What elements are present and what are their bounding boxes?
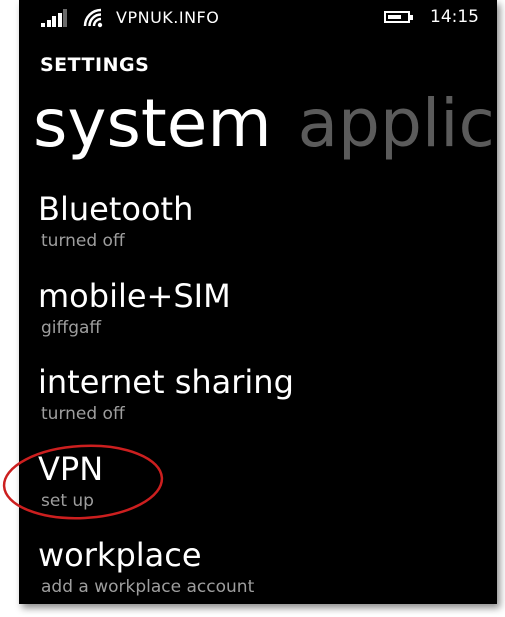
signal-bar [41, 23, 45, 27]
setting-subtitle: turned off [41, 404, 125, 424]
setting-subtitle: giffgaff [41, 317, 102, 338]
app-title: SETTINGS [40, 54, 150, 76]
setting-mobile-sim[interactable]: mobile+SIM giffgaff [38, 275, 497, 362]
pivot-item-system[interactable]: system [33, 85, 272, 162]
settings-list: Bluetooth turned off mobile+SIM giffgaff… [38, 188, 497, 604]
setting-subtitle: turned off [41, 231, 125, 251]
pivot-header: system applicat [33, 83, 497, 165]
setting-title: internet sharing [38, 363, 294, 401]
status-label: VPNUK.INFO [116, 8, 220, 27]
setting-bluetooth[interactable]: Bluetooth turned off [38, 188, 497, 275]
setting-title: workplace [38, 536, 202, 574]
status-bar: VPNUK.INFO 14:15 [19, 0, 497, 36]
setting-internet-sharing[interactable]: internet sharing turned off [38, 361, 497, 448]
setting-workplace[interactable]: workplace add a workplace account [38, 534, 497, 604]
wifi-icon [83, 8, 103, 28]
signal-bar [52, 16, 56, 27]
phone-screen: VPNUK.INFO 14:15 SETTINGS system applicat… [19, 0, 497, 604]
signal-bar [57, 12, 62, 27]
clock: 14:15 [430, 7, 479, 27]
setting-subtitle: add a workplace account [41, 577, 255, 597]
signal-strength-icon [41, 9, 71, 27]
setting-title: VPN [38, 449, 104, 488]
battery-tip [410, 15, 413, 20]
signal-bar [46, 19, 51, 27]
battery-level [388, 15, 401, 19]
setting-title: mobile+SIM [38, 276, 231, 315]
setting-subtitle: set up [41, 490, 94, 511]
pivot-item-applications[interactable]: applicat [298, 85, 497, 162]
setting-title: Bluetooth [38, 190, 194, 228]
setting-vpn[interactable]: VPN set up [38, 448, 497, 535]
battery-icon [384, 11, 410, 23]
signal-bar [63, 9, 67, 27]
